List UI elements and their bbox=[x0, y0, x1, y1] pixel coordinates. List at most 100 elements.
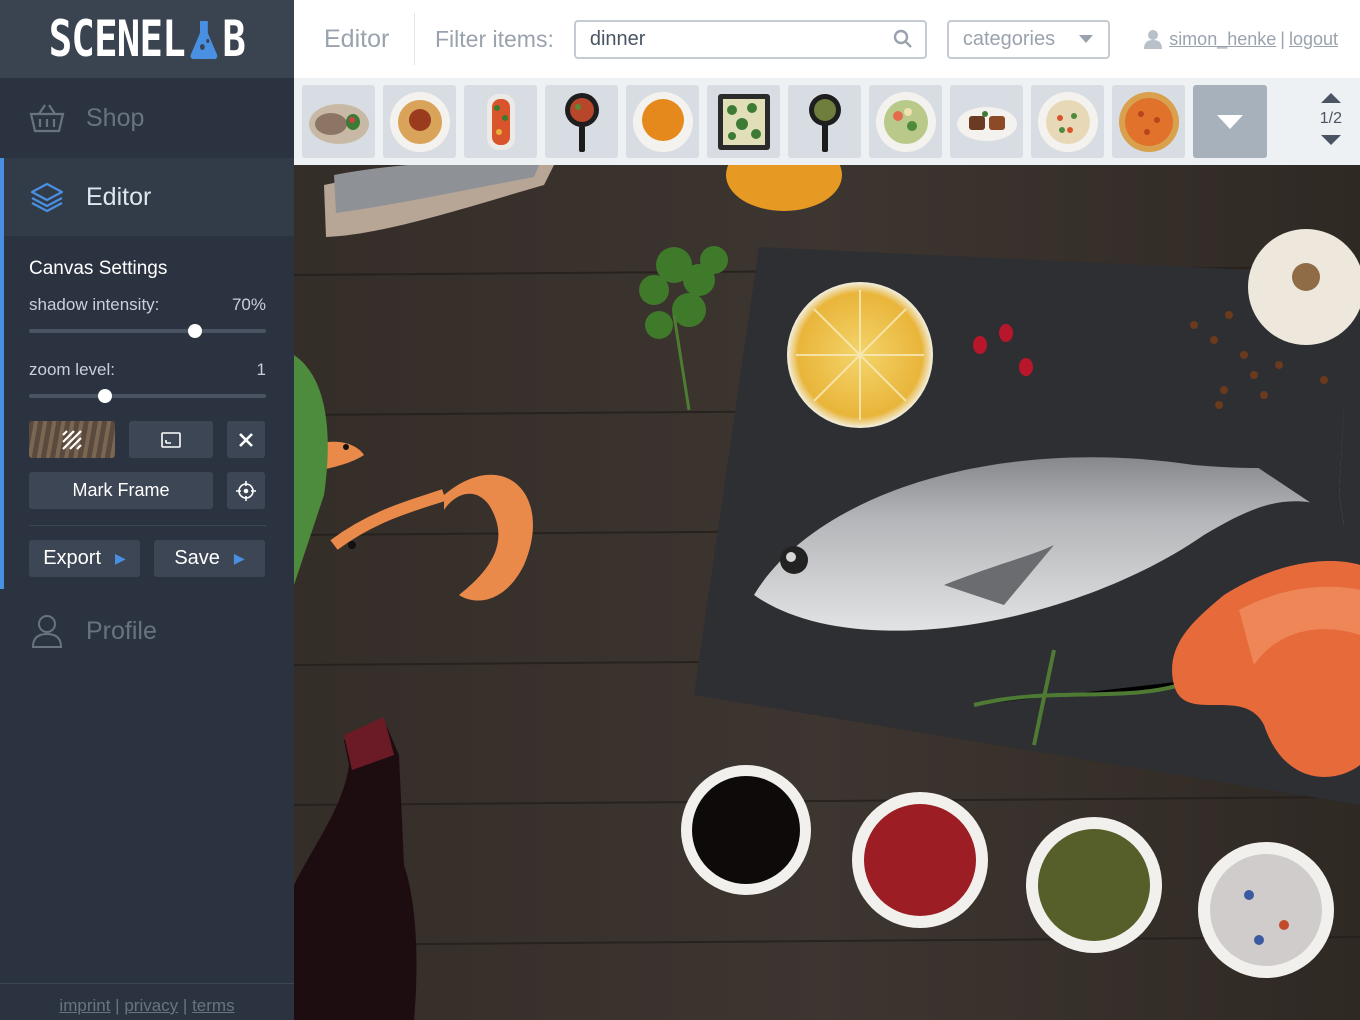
pan-dish-icon bbox=[564, 92, 599, 152]
layers-icon bbox=[28, 178, 66, 216]
target-button[interactable] bbox=[227, 472, 265, 509]
chevron-down-icon bbox=[1078, 35, 1093, 43]
imprint-link[interactable]: imprint bbox=[59, 996, 110, 1015]
terms-link[interactable]: terms bbox=[192, 996, 235, 1015]
canvas-tools-row bbox=[29, 421, 266, 458]
privacy-link[interactable]: privacy bbox=[124, 996, 178, 1015]
pan-greens-icon bbox=[808, 93, 841, 152]
item-salad-bowl[interactable] bbox=[869, 85, 942, 158]
play-icon: ▶ bbox=[233, 550, 245, 566]
frame-button[interactable] bbox=[129, 421, 213, 458]
item-fish-dish[interactable] bbox=[302, 85, 375, 158]
shadow-value: 70% bbox=[231, 295, 266, 314]
panel-divider bbox=[29, 525, 266, 526]
logo-text-left: SCENEL bbox=[48, 10, 186, 68]
user-area: simon_henke | logout bbox=[1143, 29, 1338, 50]
fish-dish-icon bbox=[308, 103, 369, 144]
strip-more-button[interactable] bbox=[1193, 85, 1267, 158]
page-up-icon[interactable] bbox=[1320, 92, 1342, 104]
footer-sep: | bbox=[182, 996, 188, 1015]
zoom-label: zoom level: bbox=[29, 360, 115, 379]
item-strip: 1/2 bbox=[294, 78, 1360, 165]
tomato-platter-icon bbox=[486, 93, 515, 150]
orange-soup-icon bbox=[632, 91, 693, 152]
username-link[interactable]: simon_henke bbox=[1169, 29, 1276, 50]
broccoli-tray-icon bbox=[717, 93, 770, 150]
user-icon bbox=[1144, 30, 1163, 49]
item-rice-bowl[interactable] bbox=[1031, 85, 1104, 158]
zoom-slider[interactable] bbox=[29, 389, 266, 403]
nav-profile[interactable]: Profile bbox=[0, 589, 294, 673]
page-title: Editor bbox=[324, 24, 390, 53]
search-box[interactable] bbox=[573, 19, 927, 59]
basket-icon bbox=[28, 99, 66, 137]
logo-text-right: B bbox=[222, 10, 246, 68]
scene-canvas[interactable] bbox=[294, 165, 1360, 1020]
nav-editor[interactable]: Editor bbox=[0, 158, 294, 236]
page-indicator: 1/2 bbox=[1319, 110, 1342, 127]
spaghetti-icon bbox=[389, 91, 450, 152]
categories-label: categories bbox=[962, 27, 1056, 50]
nav-profile-label: Profile bbox=[86, 616, 157, 645]
strip-pager: 1/2 bbox=[1320, 92, 1342, 146]
crosshair-icon bbox=[236, 480, 256, 501]
item-broccoli-tray[interactable] bbox=[707, 85, 780, 158]
logo-text: SCENEL B bbox=[48, 10, 246, 68]
page-down-icon[interactable] bbox=[1320, 134, 1342, 146]
user-icon bbox=[28, 612, 66, 650]
item-spaghetti[interactable] bbox=[383, 85, 456, 158]
nav-shop[interactable]: Shop bbox=[0, 78, 294, 158]
header-sep: | bbox=[1280, 28, 1285, 49]
zoom-row: zoom level: 1 bbox=[29, 360, 266, 380]
nav-shop-label: Shop bbox=[86, 103, 145, 132]
rice-bowl-icon bbox=[1037, 91, 1098, 152]
zoom-value: 1 bbox=[256, 360, 266, 379]
item-pan-dish[interactable] bbox=[545, 85, 618, 158]
footer-links: imprint | privacy | terms bbox=[0, 996, 294, 1016]
grill-plate-icon bbox=[956, 106, 1017, 141]
soy-sauce-bowl bbox=[681, 765, 811, 895]
shadow-label: shadow intensity: bbox=[29, 295, 160, 314]
background-texture-button[interactable] bbox=[29, 421, 115, 458]
app-root: SCENEL B Shop Editor Canvas Settings sha… bbox=[0, 0, 1360, 1020]
save-button[interactable]: Save ▶ bbox=[154, 540, 265, 577]
salad-bowl-icon bbox=[875, 91, 936, 152]
close-icon bbox=[239, 432, 253, 447]
salt-mix-bowl bbox=[1198, 842, 1334, 978]
categories-dropdown[interactable]: categories bbox=[946, 19, 1110, 59]
shadow-row: shadow intensity: 70% bbox=[29, 295, 266, 315]
play-icon: ▶ bbox=[115, 550, 126, 566]
top-header: Editor Filter items: categories simon_he… bbox=[294, 0, 1360, 78]
sidebar: SCENEL B Shop Editor Canvas Settings sha… bbox=[0, 0, 294, 1020]
scene-image bbox=[294, 165, 1360, 1020]
canvas-settings-panel: Canvas Settings shadow intensity: 70% zo… bbox=[0, 236, 294, 589]
search-input[interactable] bbox=[589, 27, 870, 51]
header-divider bbox=[414, 13, 415, 65]
canvas-settings-title: Canvas Settings bbox=[29, 258, 168, 279]
item-orange-soup[interactable] bbox=[626, 85, 699, 158]
pizza-icon bbox=[1118, 91, 1179, 152]
export-label: Export bbox=[43, 547, 102, 569]
shadow-slider[interactable] bbox=[29, 324, 266, 338]
pink-pepper-bowl bbox=[852, 792, 988, 928]
mark-frame-row: Mark Frame bbox=[29, 472, 266, 509]
export-button[interactable]: Export ▶ bbox=[29, 540, 140, 577]
search-icon[interactable] bbox=[893, 29, 913, 49]
item-pizza[interactable] bbox=[1112, 85, 1185, 158]
hatch-icon bbox=[62, 429, 82, 450]
item-grill-plate[interactable] bbox=[950, 85, 1023, 158]
nav-editor-label: Editor bbox=[86, 182, 152, 211]
logo[interactable]: SCENEL B bbox=[0, 0, 294, 78]
chevron-down-icon bbox=[1217, 114, 1243, 129]
filter-label: Filter items: bbox=[435, 25, 554, 52]
item-tomato-platter[interactable] bbox=[464, 85, 537, 158]
item-pan-greens[interactable] bbox=[788, 85, 861, 158]
logout-link[interactable]: logout bbox=[1289, 29, 1338, 50]
shadow-slider-thumb[interactable] bbox=[187, 324, 202, 338]
mark-frame-button[interactable]: Mark Frame bbox=[29, 472, 213, 509]
image-frame-icon bbox=[161, 431, 181, 448]
footer-sep: | bbox=[115, 996, 120, 1015]
clear-canvas-button[interactable] bbox=[227, 421, 265, 458]
garlic-bulb bbox=[1248, 229, 1360, 345]
zoom-slider-thumb[interactable] bbox=[97, 389, 112, 403]
